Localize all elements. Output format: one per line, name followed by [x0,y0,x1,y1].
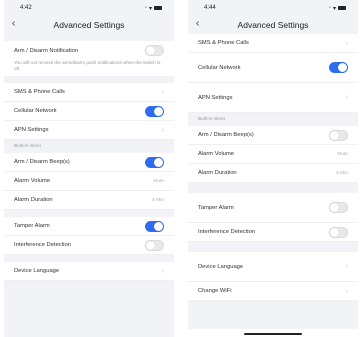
spacer [4,76,174,83]
spacer [4,255,174,262]
status-bar: 4:44 ◦ ▾ [188,0,358,16]
alarm-volume-row[interactable]: Alarm Volume Mute [4,172,174,191]
nav-bar: ‹ Advanced Settings [4,16,174,34]
tamper-alarm-label: Tamper Alarm [14,223,50,229]
device-language-label: Device Language [198,263,244,270]
arm-beep-label: Arm / Disarm Beep(s) [198,132,254,138]
spacer [188,183,358,193]
spacer [4,34,174,41]
phone-screen-right: 4:44 ◦ ▾ ‹ Advanced Settings SMS & Phone… [188,0,358,337]
chevron-right-icon: › [161,88,164,96]
arm-beep-row[interactable]: Arm / Disarm Beep(s) [188,126,358,145]
page: 4:42 ◦ ▾ ‹ Advanced Settings Arm / Disar… [0,0,361,337]
arm-beep-toggle[interactable] [329,129,348,141]
arm-notification-row[interactable]: Arm / Disarm Notification [4,41,174,60]
interference-detection-row[interactable]: Interference Detection [4,236,174,255]
arm-beep-toggle[interactable] [145,156,164,168]
status-time: 4:42 [20,5,32,11]
alarm-duration-value: 5 Min [152,197,164,203]
alarm-volume-value: Mute [153,178,164,184]
phone-screen-left: 4:42 ◦ ▾ ‹ Advanced Settings Arm / Disar… [4,0,174,337]
apn-settings-row[interactable]: APN Settings › [4,121,174,140]
interference-detection-label: Interference Detection [14,242,72,248]
tamper-alarm-label: Tamper Alarm [198,204,234,211]
chevron-right-icon: › [345,94,348,101]
alarm-duration-value: 5 Min [336,170,348,176]
status-icons: ◦ ▾ [329,5,346,12]
cellular-network-label: Cellular Network [14,108,57,114]
signal-icon: ◦ [328,5,331,11]
interference-detection-toggle[interactable] [145,239,164,251]
alarm-duration-label: Alarm Duration [14,197,53,203]
arm-beep-label: Arm / Disarm Beep(s) [14,159,70,165]
tamper-alarm-row[interactable]: Tamper Alarm [4,217,174,236]
change-wifi-row[interactable]: Change WiFi › [188,282,358,301]
alarm-volume-value: Mute [337,151,348,157]
battery-icon [338,6,346,10]
cellular-network-row[interactable]: Cellular Network [4,102,174,121]
chevron-right-icon: › [161,126,164,134]
chevron-right-icon: › [345,263,348,270]
chevron-right-icon: › [161,267,164,275]
cellular-network-row[interactable]: Cellular Network [188,53,358,83]
arm-notification-toggle[interactable] [145,45,164,56]
apn-settings-row[interactable]: APN Settings › [188,83,358,113]
interference-detection-row[interactable]: Interference Detection [188,223,358,242]
battery-icon [154,6,162,10]
alarm-volume-label: Alarm Volume [14,178,51,184]
wifi-icon: ▾ [332,5,336,12]
arm-notification-note: You will not receive the arm/disarm push… [4,60,174,76]
arm-beep-row[interactable]: Arm / Disarm Beep(s) [4,153,174,172]
apn-settings-label: APN Settings [14,127,49,133]
signal-icon: ◦ [144,5,147,11]
device-language-label: Device Language [14,268,60,274]
alarm-duration-row[interactable]: Alarm Duration 5 Min [4,191,174,210]
chevron-right-icon: › [345,287,348,295]
apn-settings-label: APN Settings [198,94,233,101]
status-time: 4:44 [204,5,216,11]
sms-phone-calls-row[interactable]: SMS & Phone Calls › [4,83,174,102]
sms-phone-calls-label: SMS & Phone Calls [198,40,249,46]
status-bar: 4:42 ◦ ▾ [4,0,174,16]
device-language-row[interactable]: Device Language › [4,262,174,281]
status-icons: ◦ ▾ [145,5,162,12]
back-chevron-icon[interactable]: ‹ [196,18,199,29]
alarm-volume-row[interactable]: Alarm Volume Mute [188,145,358,164]
wifi-icon: ▾ [148,5,152,12]
tamper-alarm-row[interactable]: Tamper Alarm [188,193,358,223]
section-built-in-siren: Built-in Siren [4,140,174,153]
cellular-network-label: Cellular Network [198,64,241,71]
sms-phone-calls-row[interactable]: SMS & Phone Calls › [188,34,358,53]
nav-bar: ‹ Advanced Settings [188,16,358,34]
interference-detection-label: Interference Detection [198,229,256,235]
device-language-row[interactable]: Device Language › [188,252,358,282]
spacer [188,242,358,252]
cellular-network-toggle[interactable] [329,62,348,73]
tamper-alarm-toggle[interactable] [329,202,348,213]
change-wifi-label: Change WiFi [198,288,232,294]
page-title: Advanced Settings [53,20,125,30]
back-chevron-icon[interactable]: ‹ [12,18,15,29]
alarm-duration-row[interactable]: Alarm Duration 5 Min [188,164,358,183]
cellular-network-toggle[interactable] [145,105,164,117]
home-indicator[interactable] [244,333,302,335]
arm-notification-label: Arm / Disarm Notification [14,47,79,54]
chevron-right-icon: › [345,39,348,47]
spacer [4,210,174,217]
tamper-alarm-toggle[interactable] [145,220,164,232]
alarm-duration-label: Alarm Duration [198,170,237,176]
interference-detection-toggle[interactable] [329,226,348,238]
section-built-in-siren: Built-in Siren [188,113,358,126]
page-title: Advanced Settings [237,20,309,30]
alarm-volume-label: Alarm Volume [198,151,235,157]
sms-phone-calls-label: SMS & Phone Calls [14,89,65,95]
